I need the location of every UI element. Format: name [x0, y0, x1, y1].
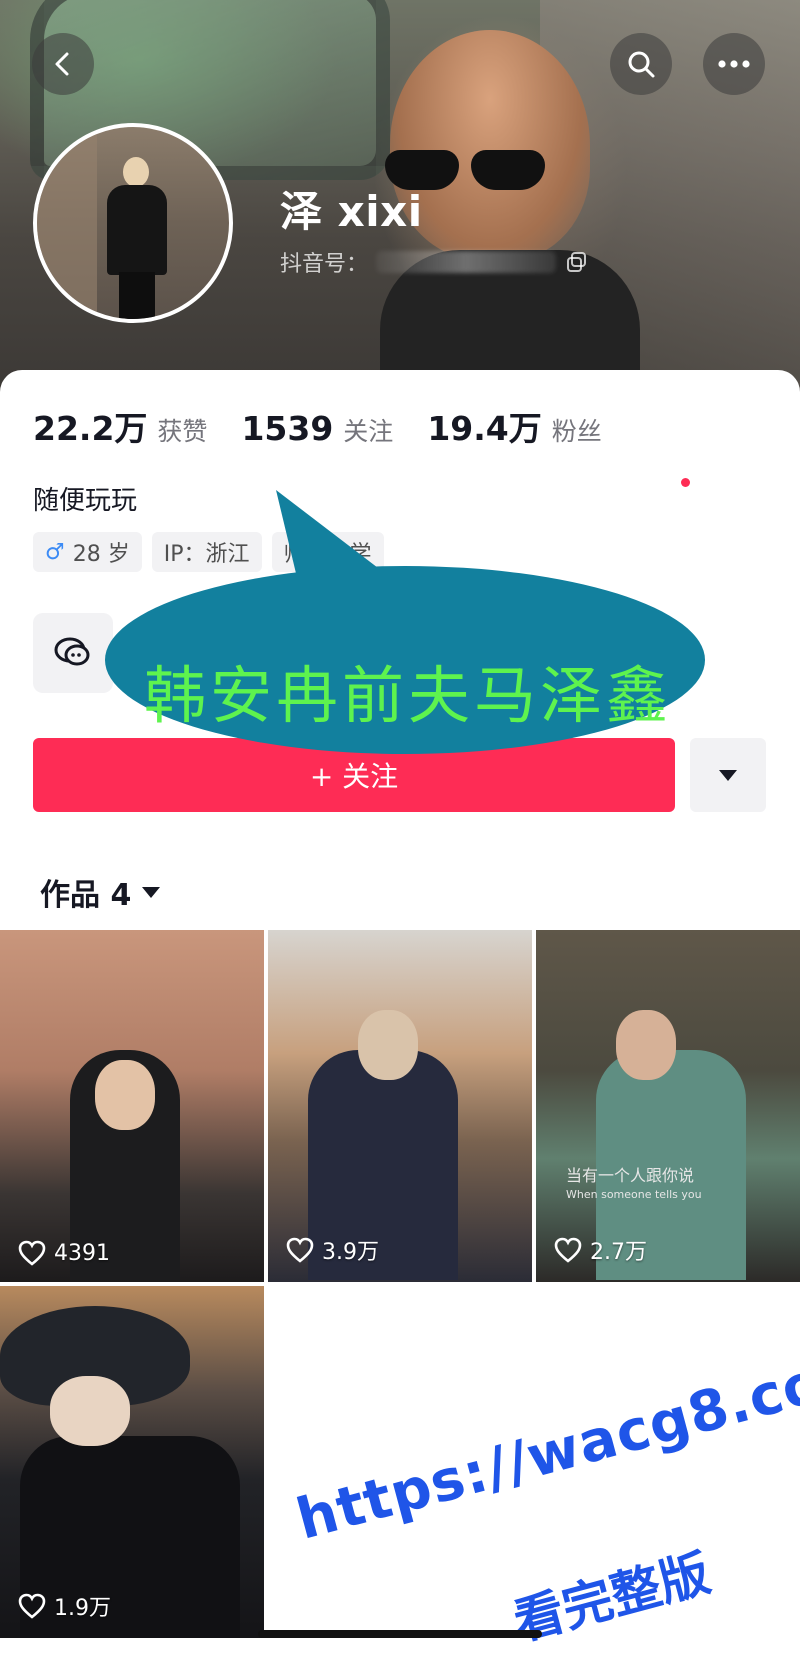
video-likes-count: 1.9万 — [54, 1596, 111, 1621]
back-icon — [55, 52, 69, 76]
video-thumb[interactable]: 4391 — [0, 930, 264, 1282]
notification-dot — [681, 478, 690, 487]
heart-icon — [286, 1237, 314, 1263]
stat-followers-num: 19.4万 — [427, 409, 542, 448]
video-thumb[interactable]: 当有一个人跟你说 When someone tells you 2.7万 — [536, 930, 800, 1282]
douyin-id-redacted — [376, 251, 557, 273]
more-icon — [718, 60, 750, 68]
video-caption-zh: 当有一个人跟你说 — [566, 1166, 695, 1185]
stat-followers-label: 粉丝 — [551, 417, 602, 446]
dropdown-icon — [719, 770, 737, 781]
stat-likes-label: 获赞 — [157, 417, 208, 446]
video-likes: 1.9万 — [18, 1590, 111, 1622]
search-icon — [628, 51, 655, 78]
stat-followers[interactable]: 19.4万 粉丝 — [427, 402, 601, 450]
chevron-down-icon — [142, 887, 161, 898]
stat-following-num: 1539 — [241, 409, 334, 448]
more-button[interactable] — [703, 33, 765, 95]
video-thumb[interactable]: 3.9万 — [268, 930, 532, 1282]
avatar[interactable] — [33, 123, 233, 323]
video-likes-count: 4391 — [54, 1240, 110, 1266]
stats-row: 22.2万 获赞 1539 关注 19.4万 粉丝 — [33, 402, 636, 450]
back-button[interactable] — [32, 33, 94, 95]
video-caption: 当有一个人跟你说 When someone tells you — [566, 1162, 702, 1201]
stat-following-label: 关注 — [343, 417, 394, 446]
copy-icon[interactable] — [566, 251, 588, 273]
stat-likes[interactable]: 22.2万 获赞 — [33, 402, 207, 450]
douyin-id[interactable]: 抖音号： — [280, 246, 588, 278]
video-likes-count: 2.7万 — [590, 1240, 647, 1265]
video-likes: 2.7万 — [554, 1234, 647, 1266]
tab-works-label: 作品 4 — [40, 878, 132, 913]
chat-icon — [54, 637, 90, 666]
overlay-text: 韩安冉前夫马泽鑫 — [143, 659, 672, 732]
video-likes-count: 3.9万 — [322, 1240, 379, 1265]
tab-works[interactable]: 作品 4 — [40, 870, 161, 914]
search-button[interactable] — [610, 33, 672, 95]
heart-icon — [18, 1240, 46, 1266]
stat-following[interactable]: 1539 关注 — [241, 409, 393, 448]
video-likes: 4391 — [18, 1240, 110, 1266]
male-icon: ♂ — [45, 539, 65, 565]
video-thumb[interactable]: 1.9万 — [0, 1286, 264, 1638]
home-indicator[interactable] — [258, 1630, 542, 1638]
heart-icon — [554, 1237, 582, 1263]
video-caption-en: When someone tells you — [566, 1188, 702, 1201]
heart-icon — [18, 1593, 46, 1619]
douyin-id-label: 抖音号： — [280, 252, 369, 277]
stat-likes-num: 22.2万 — [33, 409, 148, 448]
nickname: 泽 xixi — [280, 187, 423, 236]
video-likes: 3.9万 — [286, 1234, 379, 1266]
